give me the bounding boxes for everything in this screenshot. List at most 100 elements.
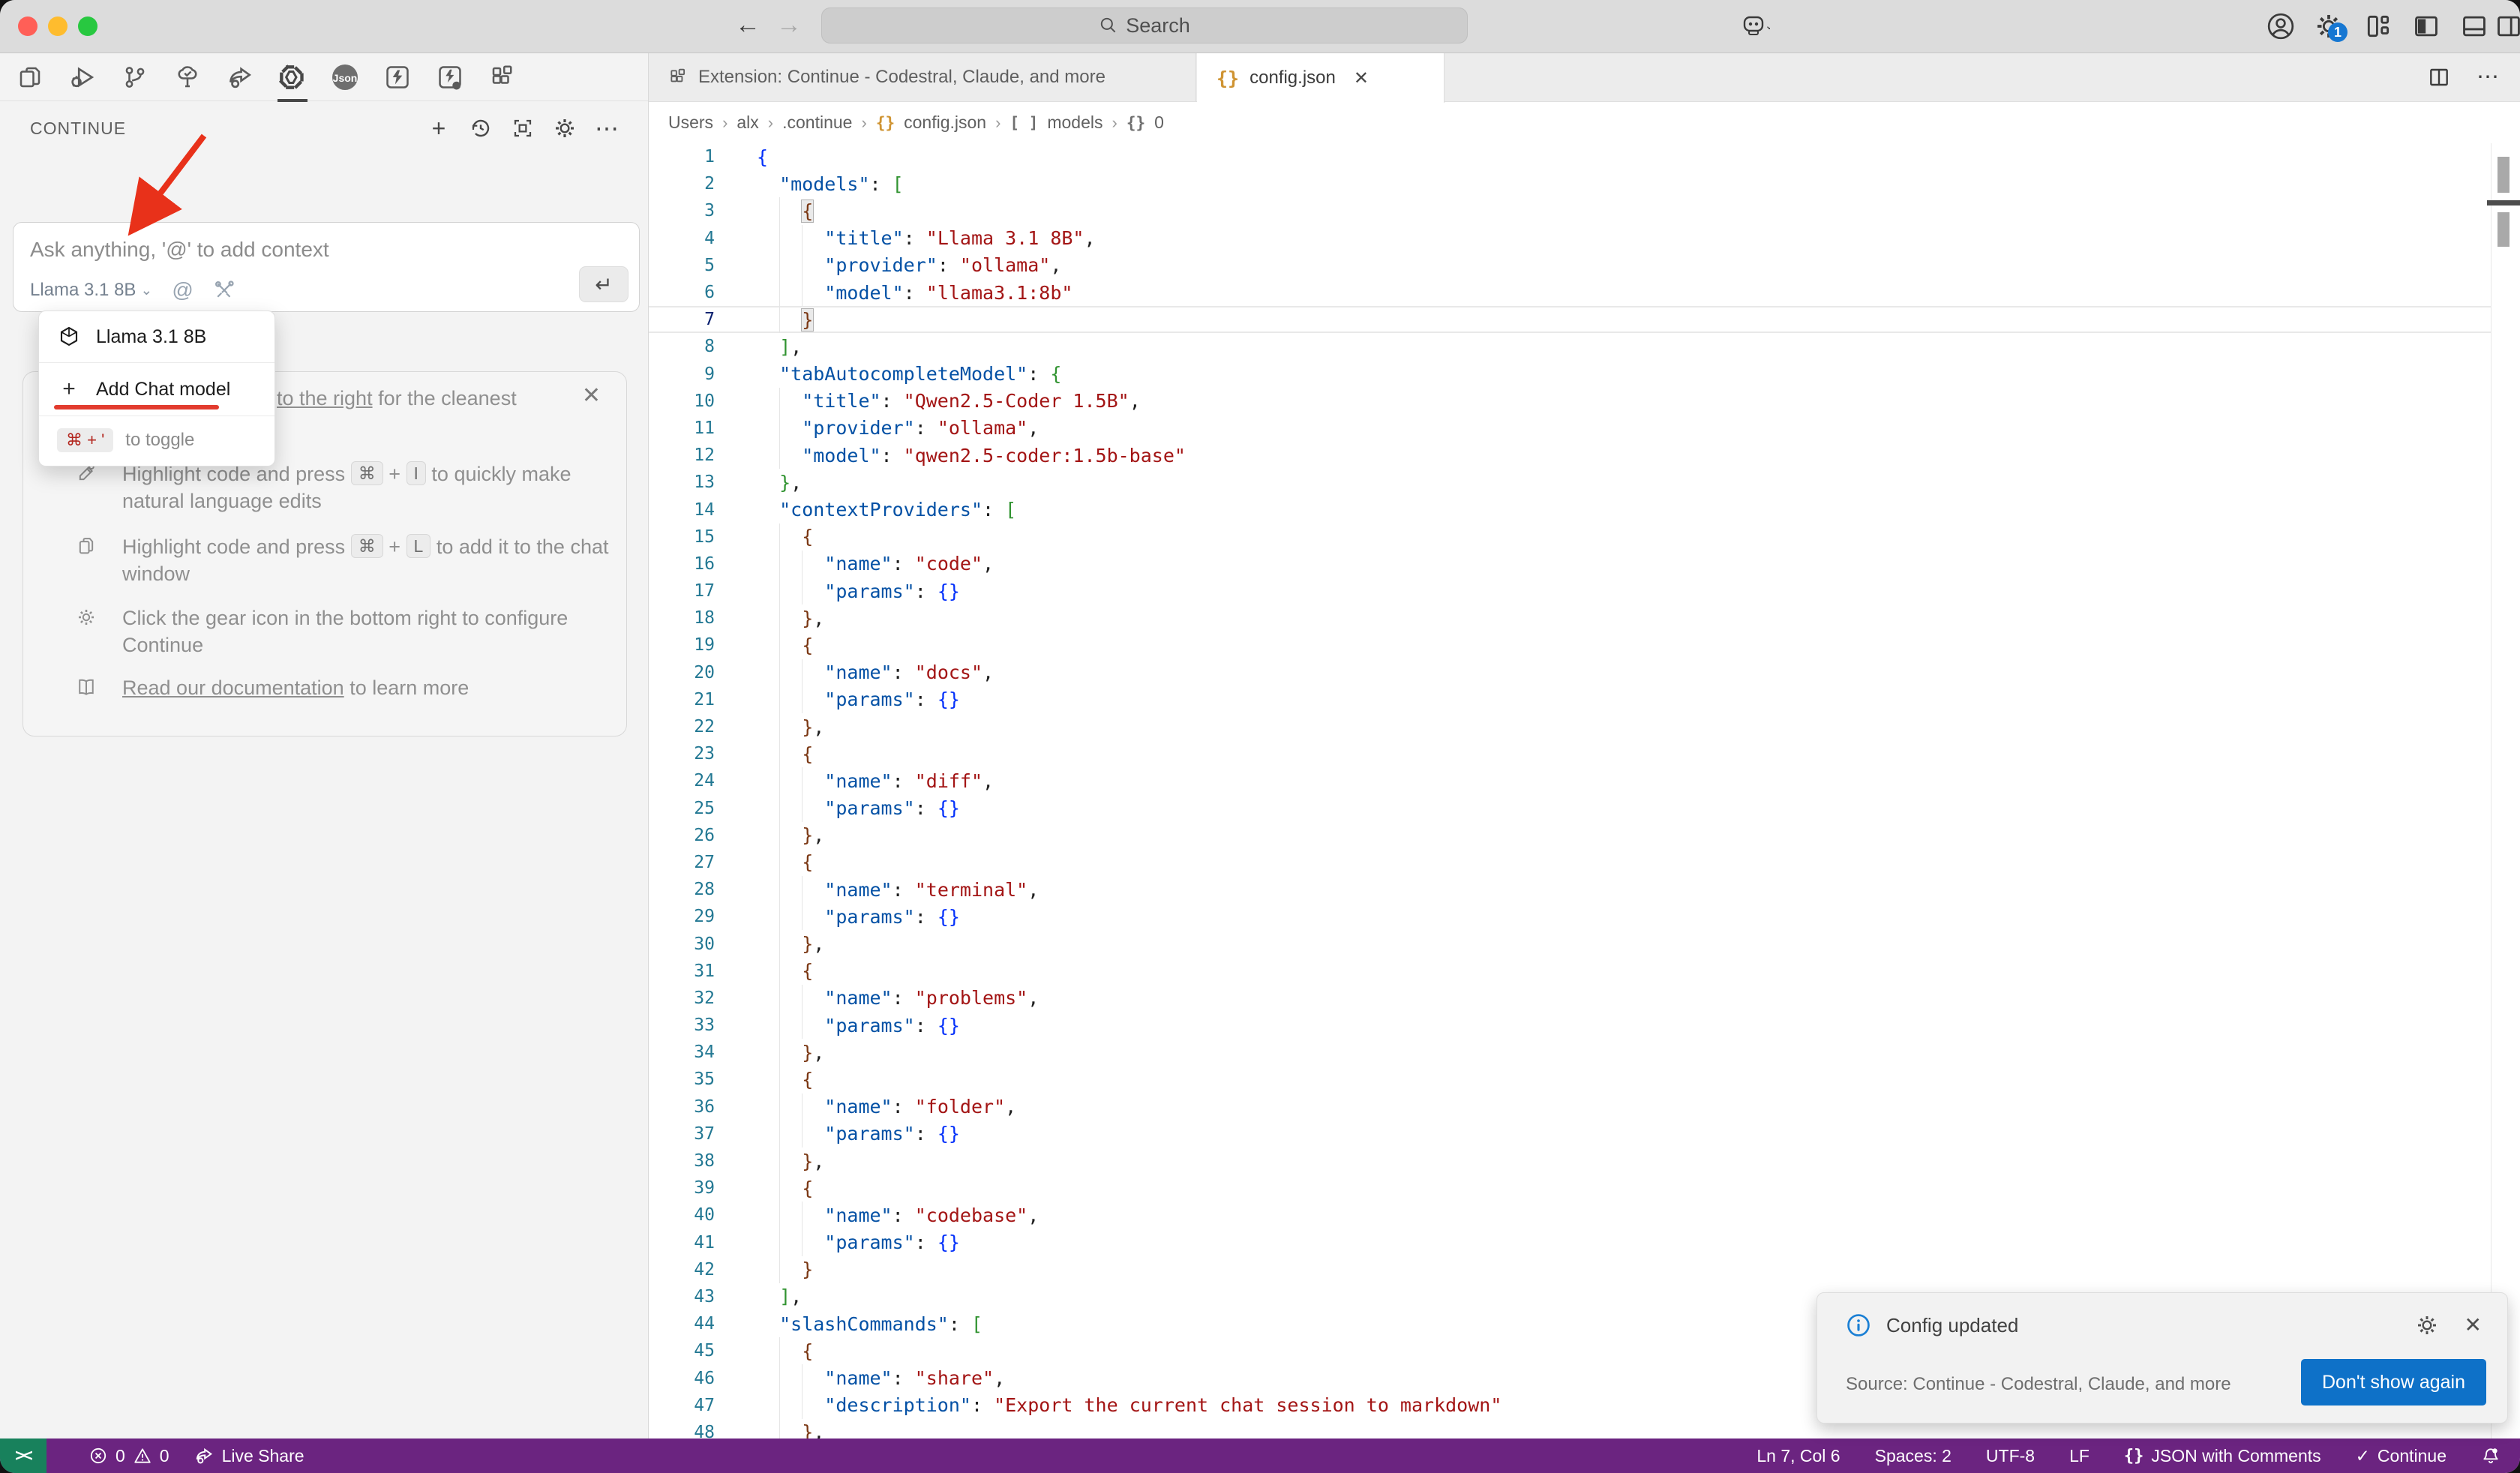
remote-indicator[interactable]: ><: [0, 1438, 46, 1473]
breadcrumb-continue-dir[interactable]: .continue: [782, 112, 852, 133]
docs-link[interactable]: Read our documentation: [122, 676, 344, 699]
panel-bottom-icon[interactable]: [2460, 12, 2488, 40]
code-line-18[interactable]: 18},: [649, 604, 2492, 632]
code-line-32[interactable]: 32"name": "problems",: [649, 985, 2492, 1012]
model-selector[interactable]: Llama 3.1 8B⌄: [30, 280, 152, 301]
breadcrumb-users[interactable]: Users: [668, 112, 713, 133]
notifications-bell[interactable]: [2481, 1446, 2500, 1466]
breadcrumb-models[interactable]: models: [1047, 112, 1102, 133]
extensions-icon[interactable]: [483, 58, 522, 97]
code-line-6[interactable]: 6"model": "llama3.1:8b": [649, 279, 2492, 306]
breadcrumb-alx[interactable]: alx: [736, 112, 758, 133]
code-line-37[interactable]: 37"params": {}: [649, 1120, 2492, 1148]
code-line-34[interactable]: 34},: [649, 1039, 2492, 1066]
code-line-36[interactable]: 36"name": "folder",: [649, 1094, 2492, 1120]
code-line-28[interactable]: 28"name": "terminal",: [649, 876, 2492, 903]
dropdown-item-add-chat-model[interactable]: + Add Chat model: [39, 363, 274, 416]
more-icon[interactable]: ⋯: [594, 116, 620, 141]
code-line-11[interactable]: 11"provider": "ollama",: [649, 415, 2492, 442]
source-control-icon[interactable]: [116, 58, 154, 97]
thunder-client-icon[interactable]: [378, 58, 417, 97]
code-line-14[interactable]: 14"contextProviders": [: [649, 496, 2492, 523]
live-share-icon[interactable]: [220, 58, 260, 97]
code-line-23[interactable]: 23{: [649, 740, 2492, 767]
close-icon[interactable]: ✕: [2464, 1312, 2482, 1337]
code-line-19[interactable]: 19{: [649, 632, 2492, 658]
code-line-30[interactable]: 30},: [649, 930, 2492, 957]
settings-gear-icon[interactable]: 1: [2314, 12, 2343, 40]
code-line-17[interactable]: 17"params": {}: [649, 578, 2492, 604]
chat-input[interactable]: Ask anything, '@' to add context Llama 3…: [13, 222, 640, 312]
back-icon[interactable]: ←: [731, 10, 764, 40]
split-editor-icon[interactable]: [2427, 65, 2451, 89]
tree-icon[interactable]: [168, 58, 207, 97]
close-tab-icon[interactable]: ✕: [1354, 68, 1369, 89]
code-line-10[interactable]: 10"title": "Qwen2.5-Coder 1.5B",: [649, 388, 2492, 415]
code-line-25[interactable]: 25"params": {}: [649, 795, 2492, 822]
sidebar-right-icon[interactable]: [2494, 12, 2520, 40]
indentation[interactable]: Spaces: 2: [1875, 1446, 1952, 1466]
code-line-40[interactable]: 40"name": "codebase",: [649, 1202, 2492, 1228]
partial-tip-link[interactable]: to the right: [277, 387, 373, 410]
plus-icon[interactable]: +: [426, 116, 452, 141]
code-line-31[interactable]: 31{: [649, 958, 2492, 985]
more-actions-icon[interactable]: ⋯: [2476, 64, 2500, 90]
language-mode[interactable]: {}JSON with Comments: [2124, 1446, 2321, 1466]
close-window-button[interactable]: [18, 16, 38, 36]
code-line-3[interactable]: 3{: [649, 197, 2492, 224]
gear-icon[interactable]: [552, 116, 578, 141]
cursor-position[interactable]: Ln 7, Col 6: [1756, 1446, 1840, 1466]
code-line-5[interactable]: 5"provider": "ollama",: [649, 252, 2492, 279]
tab-config-json[interactable]: {} config.json ✕: [1197, 53, 1444, 103]
code-line-2[interactable]: 2"models": [: [649, 170, 2492, 197]
overview-ruler[interactable]: [2491, 143, 2520, 1438]
gear-icon[interactable]: [2415, 1313, 2439, 1337]
frame-icon[interactable]: [510, 116, 536, 141]
code-line-24[interactable]: 24"name": "diff",: [649, 767, 2492, 794]
continue-status[interactable]: ✓Continue: [2356, 1446, 2446, 1466]
encoding[interactable]: UTF-8: [1986, 1446, 2035, 1466]
code-line-39[interactable]: 39{: [649, 1174, 2492, 1202]
code-line-42[interactable]: 42}: [649, 1256, 2492, 1283]
code-line-15[interactable]: 15{: [649, 524, 2492, 550]
code-line-20[interactable]: 20"name": "docs",: [649, 659, 2492, 686]
problems-indicator[interactable]: 0 0: [88, 1446, 170, 1466]
code-line-8[interactable]: 8],: [649, 333, 2492, 360]
thunder-client-alt-icon[interactable]: [430, 58, 470, 97]
tools-icon[interactable]: [213, 279, 236, 302]
explorer-icon[interactable]: [10, 58, 50, 97]
dropdown-item-llama[interactable]: Llama 3.1 8B: [39, 311, 274, 362]
code-line-1[interactable]: 1{: [649, 143, 2492, 170]
continue-icon[interactable]: [273, 58, 312, 97]
code-line-16[interactable]: 16"name": "code",: [649, 550, 2492, 578]
search-input[interactable]: Search: [821, 8, 1468, 44]
minimize-window-button[interactable]: [48, 16, 68, 36]
submit-button[interactable]: ↵: [579, 266, 628, 302]
history-icon[interactable]: [468, 116, 494, 141]
code-line-26[interactable]: 26},: [649, 822, 2492, 849]
code-line-21[interactable]: 21"params": {}: [649, 686, 2492, 713]
tab-extension-continue[interactable]: Extension: Continue - Codestral, Claude,…: [649, 53, 1196, 101]
code-line-9[interactable]: 9"tabAutocompleteModel": {: [649, 361, 2492, 388]
live-share-status[interactable]: Live Share: [194, 1445, 304, 1466]
copilot-icon[interactable]: ⌄: [1740, 12, 1770, 39]
breadcrumb-0[interactable]: 0: [1154, 112, 1164, 133]
code-line-13[interactable]: 13},: [649, 469, 2492, 496]
code-line-35[interactable]: 35{: [649, 1066, 2492, 1093]
code-line-38[interactable]: 38},: [649, 1148, 2492, 1174]
code-line-27[interactable]: 27{: [649, 849, 2492, 876]
code-line-4[interactable]: 4"title": "Llama 3.1 8B",: [649, 225, 2492, 252]
code-line-41[interactable]: 41"params": {}: [649, 1229, 2492, 1256]
run-debug-icon[interactable]: [63, 58, 102, 97]
code-lines[interactable]: 1{2"models": [3{4"title": "Llama 3.1 8B"…: [649, 143, 2492, 1438]
code-line-7[interactable]: 7}: [649, 306, 2492, 333]
dont-show-again-button[interactable]: Don't show again: [2301, 1359, 2486, 1406]
json-icon[interactable]: Json: [326, 58, 364, 97]
sidebar-left-icon[interactable]: [2412, 12, 2440, 40]
eol[interactable]: LF: [2069, 1446, 2090, 1466]
mention-icon[interactable]: @: [172, 278, 193, 302]
account-icon[interactable]: [2266, 12, 2295, 40]
code-line-12[interactable]: 12"model": "qwen2.5-coder:1.5b-base": [649, 442, 2492, 469]
code-line-29[interactable]: 29"params": {}: [649, 903, 2492, 930]
zoom-window-button[interactable]: [78, 16, 98, 36]
